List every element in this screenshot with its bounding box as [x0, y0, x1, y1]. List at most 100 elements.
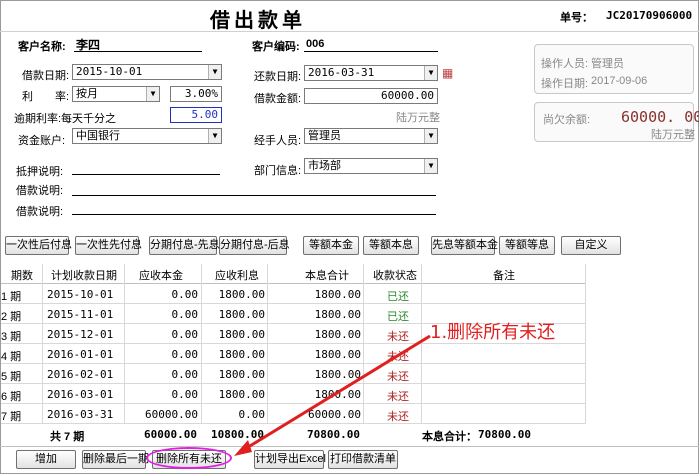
column-divider — [42, 264, 43, 424]
loan-amount-label: 借款金额: — [254, 93, 302, 105]
page-title: 借出款单 — [210, 8, 306, 32]
grand-total-label: 本息合计： — [422, 431, 477, 443]
table-row[interactable]: 1 期 2015-10-01 0.00 1800.00 1800.00 已还 — [1, 284, 586, 304]
column-divider — [363, 264, 364, 424]
grand-total-value: 70800.00 — [478, 428, 531, 441]
summary-count: 共 7 期 — [50, 431, 85, 443]
date-cell: 2016-03-31 — [47, 408, 114, 421]
chevron-down-icon[interactable]: ▼ — [424, 159, 437, 173]
principal-cell: 0.00 — [171, 348, 199, 361]
interest-cell: 1800.00 — [218, 308, 265, 321]
rate-input[interactable]: 3.00% — [170, 86, 222, 102]
interest-cell: 0.00 — [238, 408, 266, 421]
principal-cell: 0.00 — [171, 288, 199, 301]
chevron-down-icon[interactable]: ▼ — [424, 66, 437, 80]
customer-code-label: 客户编码: — [252, 41, 300, 53]
status-cell: 未还 — [387, 391, 409, 403]
total-cell: 60000.00 — [308, 408, 361, 421]
highlight-circle — [146, 447, 232, 469]
customer-code-value[interactable]: 006 — [306, 38, 324, 50]
installment-pre-interest-button[interactable]: 分期付息-先息 — [149, 236, 220, 255]
repayment-method-toolbar: 一次性后付息 一次性先付息 分期付息-先息 分期付息-后息 等额本金 等额本息 … — [3, 236, 696, 258]
table-row[interactable]: 7 期 2016-03-31 60000.00 0.00 60000.00 未还 — [1, 404, 586, 424]
column-divider — [267, 264, 268, 424]
customer-name-underline — [74, 51, 202, 52]
table-row[interactable]: 4 期 2016-01-01 0.00 1800.00 1800.00 未还 — [1, 344, 586, 364]
total-cell: 1800.00 — [314, 368, 361, 381]
opdate-value: 2017-09-06 — [591, 75, 648, 87]
status-cell: 已还 — [387, 291, 409, 303]
date-cell: 2016-02-01 — [47, 368, 114, 381]
loan-desc-input-1[interactable] — [72, 195, 436, 196]
dept-select[interactable]: 市场部 ▼ — [304, 158, 438, 174]
principal-cell: 0.00 — [171, 308, 199, 321]
pre-interest-equal-principal-button[interactable]: 先息等额本金 — [431, 236, 498, 255]
interest-cell: 1800.00 — [218, 328, 265, 341]
operator-panel: 操作人员: 管理员 操作日期: 2017-09-06 — [534, 44, 694, 94]
interest-cell: 1800.00 — [218, 388, 265, 401]
operator-value: 管理员 — [591, 58, 624, 70]
rate-period-value: 按月 — [76, 87, 98, 100]
delete-last-period-button[interactable]: 删除最后一期 — [82, 450, 149, 469]
installment-post-interest-button[interactable]: 分期付息-后息 — [219, 236, 290, 255]
principal-cell: 0.00 — [171, 368, 199, 381]
loan-amount-input[interactable]: 60000.00 — [304, 88, 438, 104]
loan-date-value: 2015-10-01 — [76, 65, 143, 78]
loan-amount-words: 陆万元整 — [396, 112, 440, 124]
total-cell: 1800.00 — [314, 308, 361, 321]
column-header: 期数 — [11, 270, 33, 282]
date-cell: 2016-01-01 — [47, 348, 114, 361]
principal-cell: 0.00 — [171, 388, 199, 401]
repay-date-picker[interactable]: 2016-03-31 ▼ — [304, 65, 438, 81]
period-cell: 4 期 — [1, 351, 22, 363]
balance-label: 尚欠余额: — [543, 114, 591, 126]
status-cell: 未还 — [387, 411, 409, 423]
account-select[interactable]: 中国银行 ▼ — [72, 128, 222, 144]
interest-cell: 1800.00 — [218, 368, 265, 381]
custom-button[interactable]: 自定义 — [561, 236, 621, 255]
overdue-rate-input[interactable]: 5.00 — [170, 107, 222, 123]
total-cell: 1800.00 — [314, 288, 361, 301]
equal-principal-button[interactable]: 等额本金 — [303, 236, 359, 255]
column-header: 收款状态 — [373, 270, 417, 282]
total-cell: 1800.00 — [314, 348, 361, 361]
equal-installment-button[interactable]: 等额本息 — [363, 236, 419, 255]
chevron-down-icon[interactable]: ▼ — [208, 65, 221, 79]
summary-total: 70800.00 — [307, 428, 360, 441]
handler-label: 经手人员: — [254, 135, 302, 147]
period-cell: 5 期 — [1, 371, 22, 383]
date-cell: 2015-10-01 — [47, 288, 114, 301]
status-cell: 已还 — [387, 311, 409, 323]
period-cell: 1 期 — [1, 291, 22, 303]
equal-interest-button[interactable]: 等额等息 — [499, 236, 555, 255]
table-row[interactable]: 6 期 2016-03-01 0.00 1800.00 1800.00 未还 — [1, 384, 586, 404]
table-row[interactable]: 5 期 2016-02-01 0.00 1800.00 1800.00 未还 — [1, 364, 586, 384]
loan-desc-label-1: 借款说明: — [16, 185, 64, 197]
chevron-down-icon[interactable]: ▼ — [146, 87, 159, 101]
date-cell: 2015-12-01 — [47, 328, 114, 341]
principal-cell: 0.00 — [171, 328, 199, 341]
column-header: 本息合计 — [305, 270, 349, 282]
once-post-interest-button[interactable]: 一次性后付息 — [5, 236, 72, 255]
overdue-rate-label: 逾期利率:每天千分之 — [14, 113, 117, 125]
loan-date-picker[interactable]: 2015-10-01 ▼ — [72, 64, 222, 80]
once-pre-interest-button[interactable]: 一次性先付息 — [75, 236, 142, 255]
dept-label: 部门信息: — [254, 165, 302, 177]
customer-code-underline — [304, 51, 438, 52]
column-divider — [585, 264, 586, 424]
rate-period-select[interactable]: 按月 ▼ — [72, 86, 160, 102]
add-button[interactable]: 增加 — [16, 450, 76, 469]
principal-cell: 60000.00 — [145, 408, 198, 421]
mortgage-input[interactable] — [72, 174, 220, 175]
print-loan-list-button[interactable]: 打印借款清单 — [328, 450, 398, 469]
loan-desc-input-2[interactable] — [72, 214, 436, 215]
chevron-down-icon[interactable]: ▼ — [424, 129, 437, 143]
column-header: 应收利息 — [215, 270, 259, 282]
handler-select[interactable]: 管理员 ▼ — [304, 128, 438, 144]
mortgage-label: 抵押说明: — [16, 166, 64, 178]
chevron-down-icon[interactable]: ▼ — [208, 129, 221, 143]
annotation-text: 1.删除所有未还 — [430, 322, 556, 343]
export-excel-button[interactable]: 计划导出Excel — [254, 450, 326, 469]
calendar-icon[interactable]: ▦ — [442, 66, 453, 80]
period-cell: 2 期 — [1, 311, 22, 323]
